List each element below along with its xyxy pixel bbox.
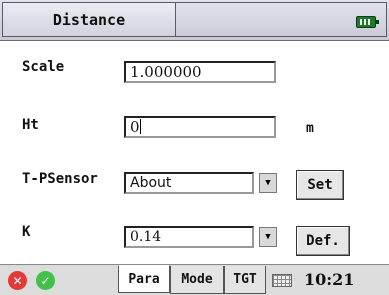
tab-mode[interactable]: Mode — [170, 266, 224, 294]
bottom-bar: ✕ ✓ Para Mode TGT 10:21 — [0, 264, 389, 295]
check-icon[interactable]: ✓ — [36, 271, 55, 290]
title-bar: Distance — [0, 0, 389, 41]
ht-unit: m — [306, 121, 314, 136]
close-icon[interactable]: ✕ — [8, 271, 27, 290]
ht-label: Ht — [22, 117, 39, 133]
tpsensor-label: T-PSensor — [22, 171, 98, 187]
k-select[interactable]: 0.14 — [124, 226, 254, 248]
text-cursor — [139, 119, 141, 134]
scale-label: Scale — [22, 59, 65, 75]
keyboard-icon[interactable] — [272, 274, 292, 287]
tpsensor-select[interactable]: About — [124, 172, 254, 194]
scale-input[interactable]: 1.000000 — [124, 61, 276, 83]
tab-para[interactable]: Para — [118, 265, 170, 293]
window-title: Distance — [2, 2, 176, 37]
ht-input[interactable]: 0 — [124, 116, 276, 138]
k-dropdown-arrow-icon[interactable]: ▼ — [259, 227, 277, 247]
ht-value: 0 — [130, 118, 140, 136]
k-label: K — [22, 224, 31, 240]
set-button[interactable]: Set — [296, 170, 344, 200]
default-button[interactable]: Def. — [296, 226, 350, 256]
battery-icon — [356, 16, 379, 28]
title-bar-spacer — [176, 2, 387, 37]
clock: 10:21 — [304, 270, 355, 289]
tab-tgt[interactable]: TGT — [224, 266, 266, 294]
tpsensor-dropdown-arrow-icon[interactable]: ▼ — [259, 173, 277, 193]
